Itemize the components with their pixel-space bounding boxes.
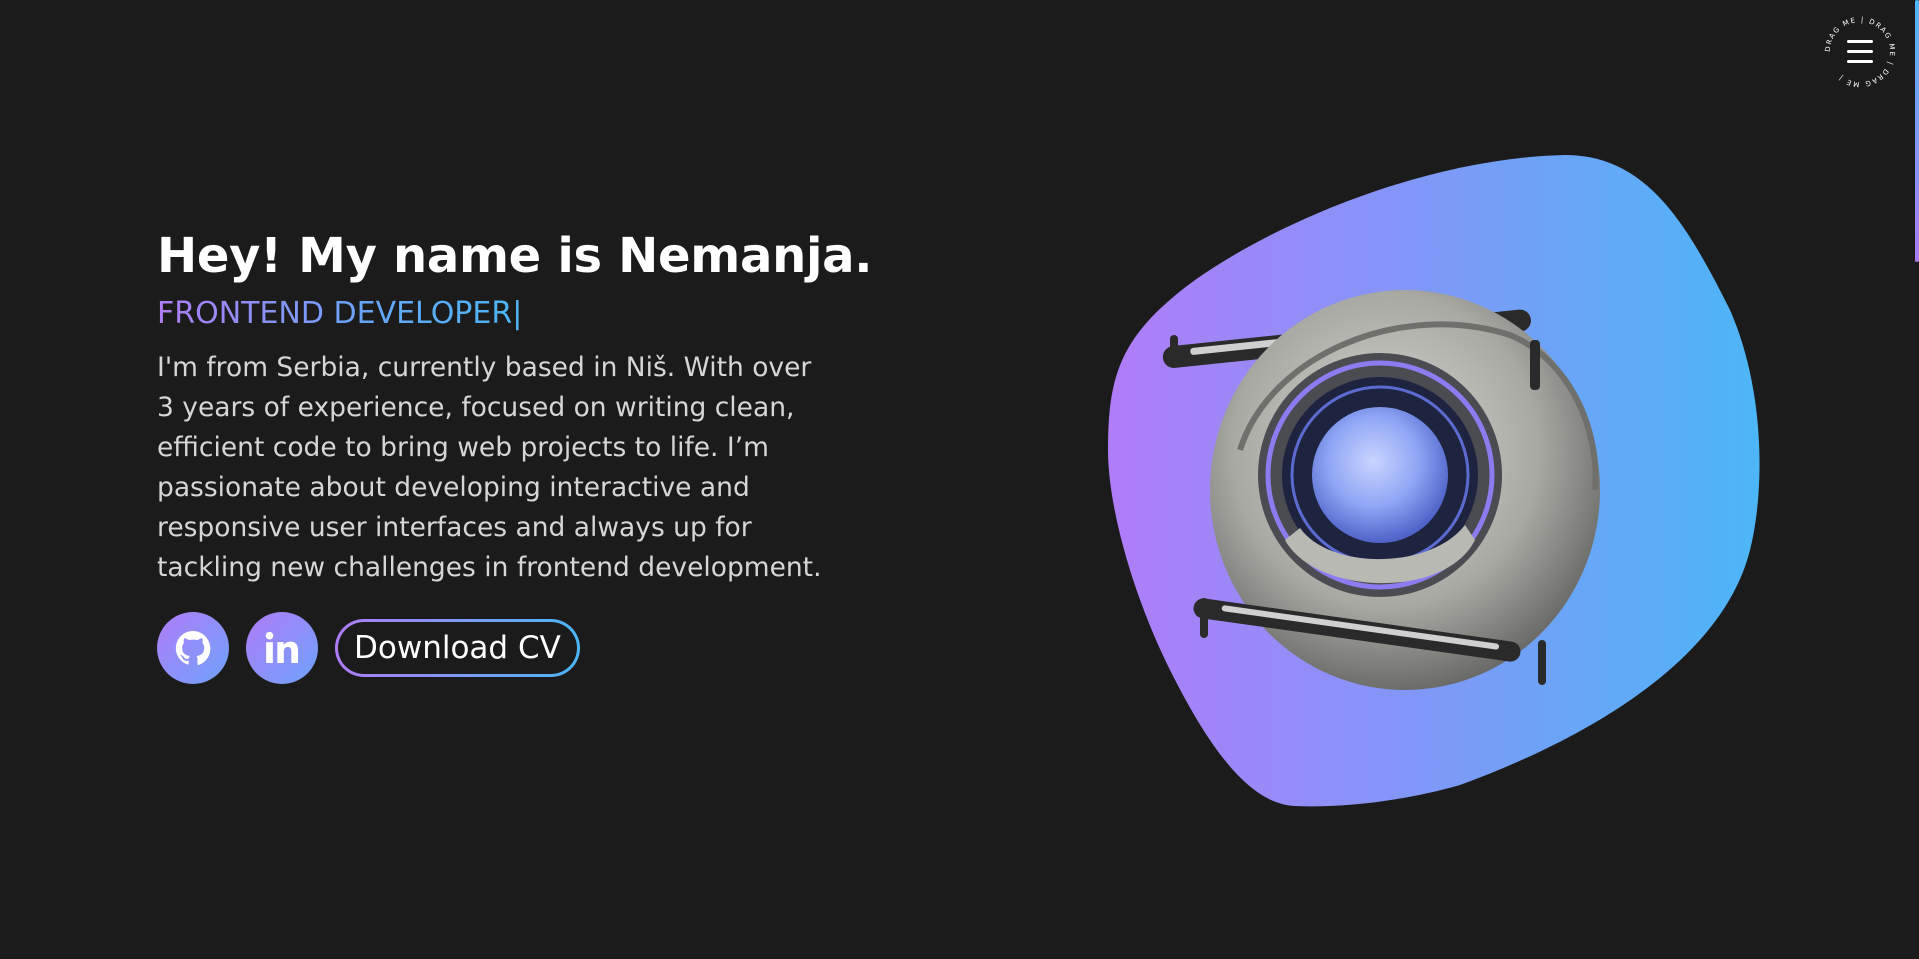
job-title: FRONTEND DEVELOPER	[157, 296, 513, 331]
github-button[interactable]	[157, 612, 229, 684]
typing-cursor: |	[512, 296, 523, 331]
linkedin-icon	[265, 631, 298, 663]
hero-subtitle: FRONTEND DEVELOPER|	[157, 292, 847, 336]
drag-ring: DRAG ME | DRAG ME | DRAG ME |	[1824, 16, 1895, 88]
linkedin-button[interactable]	[246, 612, 318, 684]
hero-intro: Hey! My name is Nemanja. FRONTEND DEVELO…	[157, 222, 873, 684]
hero-visual	[1100, 150, 1770, 820]
download-cv-button[interactable]: Download CV	[335, 619, 580, 677]
hero-actions: Download CV	[157, 612, 847, 684]
menu-button[interactable]: DRAG ME | DRAG ME | DRAG ME |	[1820, 12, 1900, 92]
github-icon	[175, 631, 211, 666]
scroll-indicator[interactable]	[1915, 0, 1919, 262]
hero-description: I'm from Serbia, currently based in Niš.…	[157, 352, 822, 583]
hamburger-icon	[1847, 40, 1873, 63]
hero-title: Hey! My name is Nemanja.	[157, 228, 873, 284]
download-cv-label: Download CV	[338, 622, 577, 674]
page: DRAG ME | DRAG ME | DRAG ME | Hey! My na…	[0, 0, 1919, 959]
hero-blob	[1108, 155, 1760, 807]
